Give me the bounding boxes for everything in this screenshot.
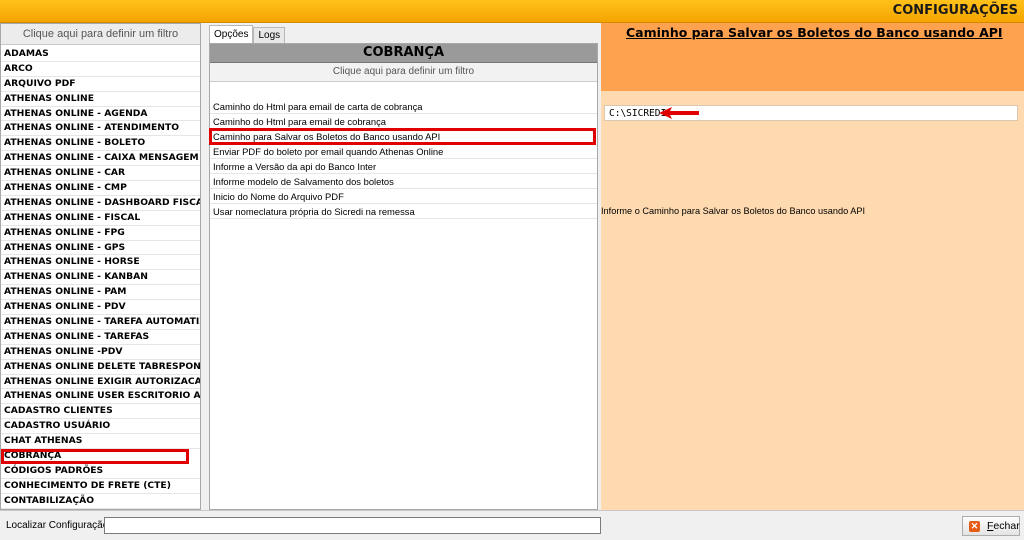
close-button-label: Fechar (987, 520, 1020, 532)
tab-logs[interactable]: Logs (253, 27, 286, 44)
setting-item[interactable]: Informe modelo de Salvamento dos boletos (210, 174, 597, 189)
category-item[interactable]: ATHENAS ONLINE EXIGIR AUTORIZACAO (1, 375, 200, 390)
setting-item[interactable]: Caminho do Html para email de carta de c… (210, 99, 597, 114)
category-item[interactable]: ATHENAS ONLINE - CMP (1, 181, 200, 196)
setting-item[interactable]: Caminho para Salvar os Boletos do Banco … (209, 128, 596, 145)
setting-item[interactable]: Informe a Versão da api do Banco Inter (210, 159, 597, 174)
setting-item[interactable]: Inicio do Nome do Arquivo PDF (210, 189, 597, 204)
category-item[interactable]: CÓDIGOS PADRÕES (1, 464, 200, 479)
category-item[interactable]: ATHENAS ONLINE - KANBAN (1, 270, 200, 286)
settings-list: Caminho do Html para email de carta de c… (209, 99, 597, 219)
category-item[interactable]: ATHENAS ONLINE - DASHBOARD FISCAL (1, 196, 200, 211)
category-item[interactable]: ADAMAS (1, 47, 200, 62)
category-item[interactable]: ATHENAS ONLINE - FPG (1, 226, 200, 241)
category-item[interactable]: ATHENAS ONLINE -PDV (1, 345, 200, 360)
tab-opcoes[interactable]: Opções (209, 25, 254, 44)
category-item[interactable]: ARCO (1, 62, 200, 77)
category-item[interactable]: CONTABILIZAÇÃO (1, 494, 200, 509)
category-item[interactable]: ATHENAS ONLINE DELETE TABRESPONSA\ (1, 360, 200, 375)
category-item[interactable]: ATHENAS ONLINE - ATENDIMENTO (1, 121, 200, 137)
category-item[interactable]: ATHENAS ONLINE - FISCAL (1, 211, 200, 226)
category-item[interactable]: CONHECIMENTO DE FRETE (CTE) (1, 479, 200, 494)
close-x-icon: ✕ (969, 521, 980, 532)
category-item[interactable]: ATHENAS ONLINE - AGENDA (1, 107, 200, 122)
category-list: ADAMAS ARCO ARQUIVO PDF ATHENAS ONLINE ATHEN… (1, 45, 200, 509)
category-item[interactable]: ATHENAS ONLINE (1, 92, 200, 107)
category-item[interactable]: ATHENAS ONLINE - CAR (1, 166, 200, 182)
category-item[interactable]: CADASTRO USUÁRIO (1, 419, 200, 435)
tab-bar: Opções Logs (209, 25, 286, 44)
category-item[interactable]: COBRANÇA (1, 449, 189, 464)
setting-detail-panel: Caminho para Salvar os Boletos do Banco … (601, 23, 1024, 510)
close-button[interactable]: ✕ Fechar (962, 516, 1020, 536)
settings-filter-row[interactable]: Clique aqui para definir um filtro (210, 63, 597, 82)
setting-item[interactable]: Caminho do Html para email de cobrança (210, 114, 597, 129)
category-item[interactable]: ATHENAS ONLINE USER ESCRITORIO AV/ (1, 389, 200, 405)
settings-list-panel: COBRANÇA Clique aqui para definir um fil… (209, 43, 598, 510)
category-filter-row[interactable]: Clique aqui para definir um filtro (1, 24, 200, 45)
category-item[interactable]: CHAT ATHENAS (1, 434, 200, 450)
setting-item[interactable]: Usar nomeclatura própria do Sicredi na r… (210, 204, 597, 219)
category-item[interactable]: ATHENAS ONLINE - HORSE (1, 255, 200, 271)
arrow-left-icon (659, 107, 699, 119)
search-label: Localizar Configuração: (6, 520, 112, 531)
category-item[interactable]: ATHENAS ONLINE - BOLETO (1, 136, 200, 152)
title-bar: CONFIGURAÇÕES (0, 0, 1024, 23)
category-item[interactable]: ATHENAS ONLINE - TAREFA AUTOMATIZ/ (1, 315, 200, 330)
bottom-bar: Localizar Configuração: ✕ Fechar (0, 510, 1024, 540)
category-item[interactable]: ARQUIVO PDF (1, 77, 200, 92)
category-list-panel: Clique aqui para definir um filtro ADAMA… (0, 23, 201, 510)
category-item[interactable]: ATHENAS ONLINE - GPS (1, 241, 200, 256)
window-title: CONFIGURAÇÕES (892, 3, 1018, 18)
category-item[interactable]: CADASTRO CLIENTES (1, 404, 200, 420)
settings-group-header: COBRANÇA (210, 44, 597, 63)
setting-title: Caminho para Salvar os Boletos do Banco … (626, 25, 1003, 40)
category-item[interactable]: ATHENAS ONLINE - TAREFAS (1, 330, 200, 345)
category-item[interactable]: ATHENAS ONLINE - CAIXA MENSAGEM (1, 151, 200, 167)
category-item[interactable]: ATHENAS ONLINE - PDV (1, 300, 200, 316)
search-input[interactable] (104, 517, 601, 534)
setting-item[interactable]: Enviar PDF do boleto por email quando At… (210, 144, 597, 159)
category-item[interactable]: ATHENAS ONLINE - PAM (1, 285, 200, 301)
setting-detail-header: Caminho para Salvar os Boletos do Banco … (601, 23, 1024, 91)
setting-description: Informe o Caminho para Salvar os Boletos… (601, 206, 866, 216)
